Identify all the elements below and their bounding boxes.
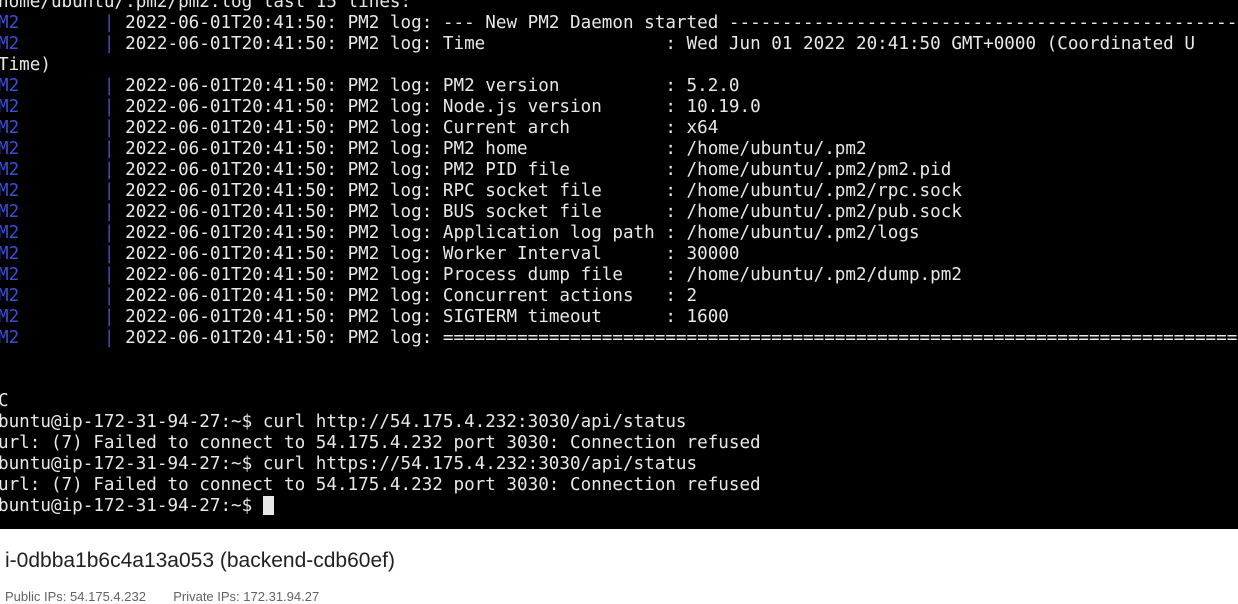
private-ips-label: Private IPs: — [173, 589, 240, 604]
log-text: 2022-06-01T20:41:50: PM2 log: Applicatio… — [125, 223, 920, 243]
terminal-window[interactable]: home/ubuntu/.pm2/pm2.log last 15 lines: … — [0, 0, 1238, 529]
shell-prompt: buntu@ip-172-31-94-27:~$ — [0, 454, 263, 474]
log-text: 2022-06-01T20:41:50: PM2 log: BUS socket… — [125, 202, 962, 222]
log-line: M2 | 2022-06-01T20:41:50: PM2 log: Appli… — [0, 223, 1238, 244]
log-line: M2 | 2022-06-01T20:41:50: PM2 log: Proce… — [0, 265, 1238, 286]
instance-info-panel: i-0dbba1b6c4a13a053 (backend-cdb60ef) Pu… — [0, 529, 1238, 604]
pm2-prefix: M2 — [0, 307, 20, 327]
current-prompt-line[interactable]: buntu@ip-172-31-94-27:~$ — [0, 496, 1238, 517]
log-text: 2022-06-01T20:41:50: PM2 log: PM2 PID fi… — [125, 160, 952, 180]
log-line: M2 | 2022-06-01T20:41:50: PM2 log: Concu… — [0, 286, 1238, 307]
pm2-prefix: M2 — [0, 34, 20, 54]
log-text: 2022-06-01T20:41:50: PM2 log: Worker Int… — [125, 244, 740, 264]
terminal-output: home/ubuntu/.pm2/pm2.log last 15 lines: … — [0, 0, 1238, 517]
shell-prompt: buntu@ip-172-31-94-27:~$ — [0, 496, 263, 516]
interrupt-line: C — [0, 391, 9, 411]
pm2-prefix: M2 — [0, 244, 20, 264]
log-separator: | — [19, 76, 126, 96]
log-line: M2 | 2022-06-01T20:41:50: PM2 log: Node.… — [0, 97, 1238, 118]
log-line: M2 | 2022-06-01T20:41:50: PM2 log: RPC s… — [0, 181, 1238, 202]
pm2-prefix: M2 — [0, 139, 20, 159]
pm2-prefix: M2 — [0, 97, 20, 117]
log-separator: | — [19, 223, 126, 243]
log-header-line: home/ubuntu/.pm2/pm2.log last 15 lines: — [0, 0, 412, 12]
log-text: 2022-06-01T20:41:50: PM2 log: Time : Wed… — [125, 34, 1195, 54]
log-separator: | — [19, 34, 126, 54]
log-line: M2 | 2022-06-01T20:41:50: PM2 log: PM2 P… — [0, 160, 1238, 181]
log-line: M2 | 2022-06-01T20:41:50: PM2 log: BUS s… — [0, 202, 1238, 223]
command-output: url: (7) Failed to connect to 54.175.4.2… — [0, 475, 761, 495]
log-text: 2022-06-01T20:41:50: PM2 log: Process du… — [125, 265, 962, 285]
log-separator: | — [19, 265, 126, 285]
log-separator: | — [19, 13, 126, 33]
log-text: 2022-06-01T20:41:50: PM2 log: Node.js ve… — [125, 97, 761, 117]
log-text: 2022-06-01T20:41:50: PM2 log: Current ar… — [125, 118, 719, 138]
log-line: M2 | 2022-06-01T20:41:50: PM2 log: =====… — [0, 328, 1238, 349]
pm2-prefix: M2 — [0, 286, 20, 306]
command-output: url: (7) Failed to connect to 54.175.4.2… — [0, 433, 761, 453]
log-line: M2 | 2022-06-01T20:41:50: PM2 log: --- N… — [0, 13, 1238, 34]
pm2-prefix: M2 — [0, 160, 20, 180]
log-text: 2022-06-01T20:41:50: PM2 log: PM2 home :… — [125, 139, 867, 159]
log-separator: | — [19, 286, 126, 306]
instance-ip-row: Public IPs: 54.175.4.232 Private IPs: 17… — [5, 589, 319, 604]
log-text: Time) — [0, 55, 51, 75]
log-lines: M2 | 2022-06-01T20:41:50: PM2 log: --- N… — [0, 13, 1238, 349]
log-separator: | — [19, 181, 126, 201]
pm2-prefix: M2 — [0, 202, 20, 222]
pm2-prefix: M2 — [0, 223, 20, 243]
cursor-block-icon — [262, 496, 274, 515]
log-text: 2022-06-01T20:41:50: PM2 log: --- New PM… — [125, 13, 1238, 33]
log-line: M2 | 2022-06-01T20:41:50: PM2 log: Worke… — [0, 244, 1238, 265]
public-ips-label: Public IPs: — [5, 589, 67, 604]
log-separator: | — [19, 97, 126, 117]
log-line: M2 | 2022-06-01T20:41:50: PM2 log: PM2 h… — [0, 139, 1238, 160]
pm2-prefix: M2 — [0, 181, 20, 201]
log-separator: | — [19, 139, 126, 159]
shell-prompt: buntu@ip-172-31-94-27:~$ — [0, 412, 263, 432]
instance-title: i-0dbba1b6c4a13a053 (backend-cdb60ef) — [5, 549, 395, 572]
log-separator: | — [19, 118, 126, 138]
command-text: curl https://54.175.4.232:3030/api/statu… — [262, 454, 698, 474]
log-line: M2 | 2022-06-01T20:41:50: PM2 log: Curre… — [0, 118, 1238, 139]
log-text: 2022-06-01T20:41:50: PM2 log: Concurrent… — [125, 286, 698, 306]
log-separator: | — [19, 328, 126, 348]
public-ips-value: 54.175.4.232 — [70, 589, 146, 604]
log-separator: | — [19, 202, 126, 222]
log-separator: | — [19, 307, 126, 327]
log-text: 2022-06-01T20:41:50: PM2 log: ==========… — [125, 328, 1238, 348]
pm2-prefix: M2 — [0, 13, 20, 33]
log-text: 2022-06-01T20:41:50: PM2 log: PM2 versio… — [125, 76, 740, 96]
log-separator: | — [19, 160, 126, 180]
log-text: 2022-06-01T20:41:50: PM2 log: SIGTERM ti… — [125, 307, 729, 327]
command-line: buntu@ip-172-31-94-27:~$ curl http://54.… — [0, 412, 1238, 433]
log-line: M2 | 2022-06-01T20:41:50: PM2 log: SIGTE… — [0, 307, 1238, 328]
pm2-prefix: M2 — [0, 118, 20, 138]
command-text: curl http://54.175.4.232:3030/api/status — [262, 412, 687, 432]
log-line: M2 | 2022-06-01T20:41:50: PM2 log: Time … — [0, 34, 1238, 55]
pm2-prefix: M2 — [0, 265, 20, 285]
command-line: buntu@ip-172-31-94-27:~$ curl https://54… — [0, 454, 1238, 475]
private-ips-value: 172.31.94.27 — [243, 589, 320, 604]
log-separator: | — [19, 244, 126, 264]
log-text: 2022-06-01T20:41:50: PM2 log: RPC socket… — [125, 181, 962, 201]
pm2-prefix: M2 — [0, 76, 20, 96]
log-line: M2 | 2022-06-01T20:41:50: PM2 log: PM2 v… — [0, 76, 1238, 97]
log-continuation-line: Time) — [0, 55, 1238, 76]
pm2-prefix: M2 — [0, 328, 20, 348]
